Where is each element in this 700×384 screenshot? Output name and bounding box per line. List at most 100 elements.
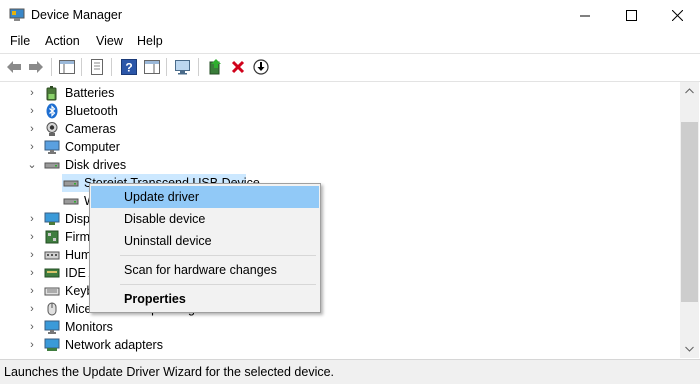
tree-item-batteries[interactable]: › Batteries	[0, 84, 679, 102]
menu-item-label: Disable device	[124, 212, 206, 226]
scroll-up-icon[interactable]	[685, 88, 694, 94]
tree-item-label: Batteries	[65, 86, 115, 100]
toolbar-separator	[198, 58, 199, 76]
menu-item-uninstall-device[interactable]: Uninstall device	[91, 230, 319, 252]
toolbar-separator	[166, 58, 167, 76]
status-text: Launches the Update Driver Wizard for th…	[4, 365, 335, 379]
menu-item-disable-device[interactable]: Disable device	[91, 208, 319, 230]
red-x-icon	[231, 60, 245, 74]
tree-item-monitors[interactable]: › Monitors	[0, 318, 679, 336]
toolbar-separator	[51, 58, 52, 76]
tree-item-disk-drives[interactable]: ⌄ Disk drives	[0, 156, 679, 174]
chevron-right-icon[interactable]: ›	[25, 103, 39, 119]
forward-button[interactable]	[27, 58, 45, 76]
maximize-icon	[625, 10, 637, 21]
disk-drive-icon	[63, 198, 79, 205]
maximize-button[interactable]	[608, 0, 654, 31]
chevron-right-icon[interactable]: ›	[25, 319, 39, 335]
menu-help[interactable]: Help	[137, 34, 163, 48]
menu-item-label: Update driver	[124, 190, 200, 204]
disk-drive-icon	[63, 180, 79, 187]
menu-item-properties[interactable]: Properties	[91, 288, 319, 310]
device-manager-icon	[9, 8, 25, 21]
scan-hardware-button[interactable]	[174, 58, 192, 76]
uninstall-device-toolbar-button[interactable]	[229, 58, 247, 76]
properties-icon	[91, 59, 103, 75]
help-toolbar-button[interactable]: ?	[120, 58, 138, 76]
ide-icon	[44, 268, 60, 278]
scroll-thumb[interactable]	[681, 122, 698, 302]
tree-item-label: Disp	[65, 212, 91, 226]
minimize-icon	[579, 15, 590, 17]
action-pane-button[interactable]	[143, 58, 161, 76]
tree-item-label: Disk drives	[65, 158, 127, 172]
svg-text:?: ?	[125, 61, 132, 75]
menu-item-label: Uninstall device	[124, 234, 212, 248]
chevron-right-icon[interactable]: ›	[25, 211, 39, 227]
close-icon	[671, 10, 683, 21]
close-button[interactable]	[654, 0, 700, 31]
update-driver-toolbar-button[interactable]	[206, 58, 224, 76]
properties-toolbar-button[interactable]	[88, 58, 106, 76]
enable-device-toolbar-button[interactable]	[252, 58, 270, 76]
back-arrow-icon	[7, 61, 21, 73]
chevron-right-icon[interactable]: ›	[25, 337, 39, 353]
computer-icon	[44, 140, 60, 154]
hid-icon	[44, 251, 60, 260]
chevron-right-icon[interactable]: ›	[25, 85, 39, 101]
chevron-right-icon[interactable]: ›	[25, 283, 39, 299]
show-hide-console-tree-button[interactable]	[58, 58, 76, 76]
menu-action[interactable]: Action	[45, 34, 80, 48]
monitor-icon	[44, 320, 60, 334]
menu-item-label: Scan for hardware changes	[124, 263, 277, 277]
chevron-right-icon[interactable]: ›	[25, 121, 39, 137]
monitor-scan-icon	[175, 60, 190, 75]
menu-separator	[120, 255, 316, 256]
title-bar: Device Manager	[0, 0, 700, 31]
tree-item-label: Computer	[65, 140, 120, 154]
firmware-icon	[45, 230, 59, 244]
tree-item-label: Bluetooth	[65, 104, 118, 118]
forward-arrow-icon	[29, 61, 43, 73]
scroll-down-icon[interactable]	[685, 346, 694, 352]
menu-item-scan-hardware[interactable]: Scan for hardware changes	[91, 259, 319, 281]
camera-icon	[46, 122, 58, 136]
help-icon: ?	[121, 59, 137, 75]
tree-item-cameras[interactable]: › Cameras	[0, 120, 679, 138]
menu-file[interactable]: File	[10, 34, 30, 48]
chevron-right-icon[interactable]: ›	[25, 301, 39, 317]
display-icon	[44, 212, 60, 225]
vertical-scrollbar[interactable]	[680, 82, 699, 358]
console-tree-icon	[59, 60, 75, 74]
tree-item-label: Network adapters	[65, 338, 163, 352]
action-pane-icon	[144, 60, 160, 74]
tree-item-network-adapters[interactable]: › Network adapters	[0, 336, 679, 354]
chevron-right-icon[interactable]: ›	[25, 229, 39, 245]
tree-item-computer[interactable]: › Computer	[0, 138, 679, 156]
back-button[interactable]	[5, 58, 23, 76]
tree-item-label: Cameras	[65, 122, 116, 136]
menu-item-label: Properties	[124, 292, 186, 306]
disk-drive-icon	[44, 162, 60, 169]
toolbar: ?	[0, 53, 700, 82]
mouse-icon	[47, 302, 57, 316]
down-arrow-circle-icon	[253, 59, 269, 75]
chevron-right-icon[interactable]: ›	[25, 265, 39, 281]
bluetooth-icon	[46, 103, 58, 119]
menu-bar: File Action View Help	[0, 31, 700, 52]
window-title: Device Manager	[31, 8, 123, 22]
menu-view[interactable]: View	[96, 34, 123, 48]
network-adapter-icon	[44, 338, 60, 351]
tree-item-bluetooth[interactable]: › Bluetooth	[0, 102, 679, 120]
battery-icon	[46, 86, 57, 101]
chevron-right-icon[interactable]: ›	[25, 247, 39, 263]
context-menu: Update driver Disable device Uninstall d…	[89, 183, 321, 313]
menu-item-update-driver[interactable]: Update driver	[91, 186, 319, 208]
update-driver-icon	[209, 59, 221, 75]
keyboard-icon	[44, 287, 60, 296]
toolbar-separator	[81, 58, 82, 76]
chevron-down-icon[interactable]: ⌄	[25, 157, 39, 173]
chevron-right-icon[interactable]: ›	[25, 139, 39, 155]
minimize-button[interactable]	[562, 0, 608, 31]
toolbar-separator	[111, 58, 112, 76]
